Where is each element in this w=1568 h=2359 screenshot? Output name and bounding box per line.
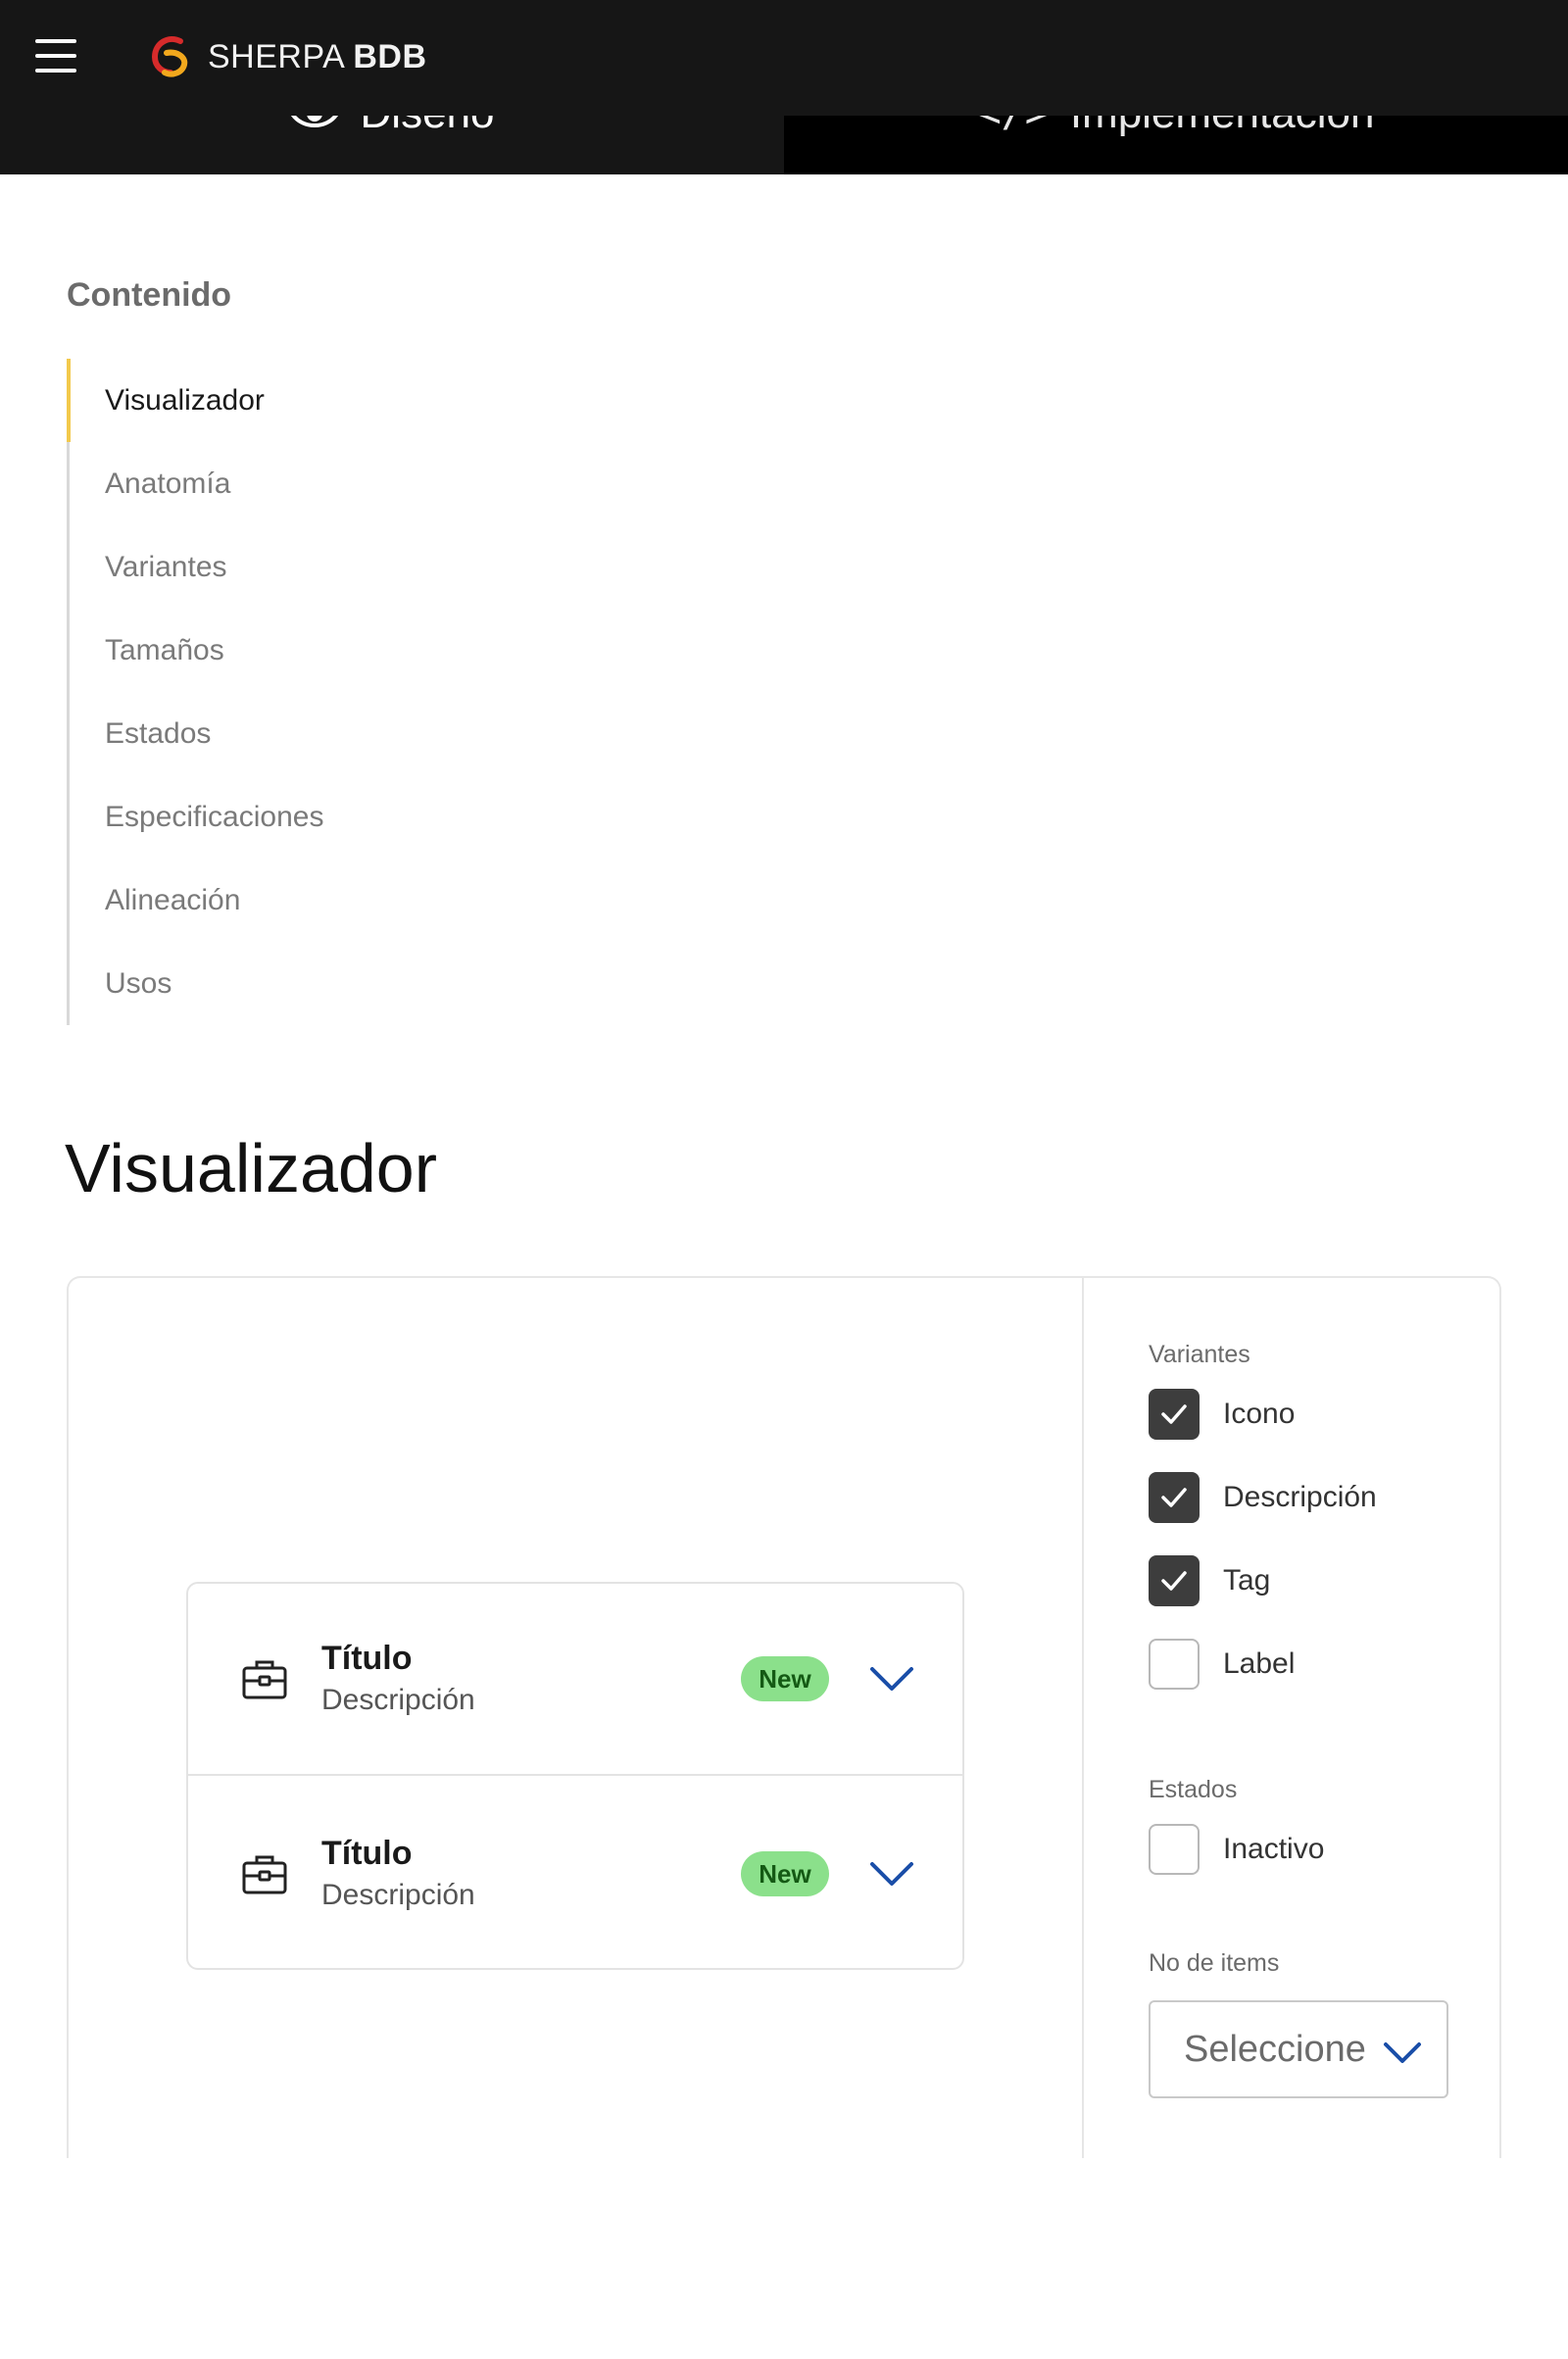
- eye-icon: [290, 116, 338, 127]
- toc-item-estados[interactable]: Estados: [70, 692, 459, 775]
- accordion-preview: Título Descripción New Título Descripció…: [186, 1582, 964, 1970]
- checkmark-icon: [1161, 1403, 1187, 1424]
- tab-design[interactable]: Diseño: [0, 116, 784, 174]
- tab-implementation[interactable]: </> Implementación: [784, 116, 1568, 174]
- toc-item-alineacion[interactable]: Alineación: [70, 859, 459, 942]
- code-icon: </>: [978, 116, 1049, 136]
- briefcase-icon: [242, 1855, 287, 1894]
- sherpa-logo-icon: [151, 36, 188, 77]
- toc-item-variantes[interactable]: Variantes: [70, 525, 459, 609]
- checkbox-label: Icono: [1223, 1397, 1296, 1430]
- toc-item-visualizador[interactable]: Visualizador: [67, 359, 459, 442]
- accordion-title: Título: [321, 1640, 413, 1677]
- accordion-title: Título: [321, 1835, 413, 1872]
- tab-design-label: Diseño: [361, 116, 495, 138]
- toc-item-anatomia[interactable]: Anatomía: [70, 442, 459, 525]
- section-title: Visualizador: [65, 1130, 438, 1206]
- panel-divider: [1082, 1278, 1084, 2158]
- brand-logo[interactable]: SHERPA BDB: [147, 33, 427, 80]
- checkbox-unchecked[interactable]: [1149, 1638, 1200, 1690]
- toc-item-usos[interactable]: Usos: [70, 942, 459, 1025]
- hamburger-menu-button[interactable]: [35, 37, 78, 74]
- view-tabs: Diseño </> Implementación: [0, 116, 1568, 174]
- accordion-item[interactable]: Título Descripción New: [188, 1584, 962, 1776]
- checkbox-checked[interactable]: [1149, 1388, 1200, 1440]
- checkbox-label: Descripción: [1223, 1480, 1377, 1513]
- accordion-item[interactable]: Título Descripción New: [188, 1778, 962, 1970]
- visualizer-panel: Título Descripción New Título Descripció…: [67, 1276, 1501, 2158]
- checkbox-tag[interactable]: Tag: [1149, 1539, 1482, 1622]
- top-navigation: Diseño </> Implementación SHERPA BDB: [0, 0, 1568, 174]
- select-value: Seleccione: [1184, 2028, 1366, 2070]
- table-of-contents: Visualizador Anatomía Variantes Tamaños …: [67, 359, 459, 1025]
- new-tag: New: [741, 1656, 829, 1701]
- briefcase-icon: [242, 1660, 287, 1699]
- chevron-down-icon[interactable]: [868, 1859, 915, 1889]
- checkbox-label: Tag: [1223, 1563, 1271, 1597]
- visualizer-controls: Variantes Icono Descripción Tag Label Es…: [1149, 1337, 1482, 2098]
- checkbox-descripcion[interactable]: Descripción: [1149, 1455, 1482, 1539]
- toc-item-especificaciones[interactable]: Especificaciones: [70, 775, 459, 859]
- states-label: Estados: [1149, 1776, 1238, 1803]
- checkbox-icono[interactable]: Icono: [1149, 1372, 1482, 1455]
- checkbox-inactivo[interactable]: Inactivo: [1149, 1807, 1482, 1891]
- checkbox-checked[interactable]: [1149, 1471, 1200, 1523]
- checkbox-unchecked[interactable]: [1149, 1823, 1200, 1875]
- checkmark-icon: [1161, 1570, 1187, 1591]
- toc-item-tamanos[interactable]: Tamaños: [70, 609, 459, 692]
- chevron-down-icon: [1384, 2042, 1421, 2063]
- items-count-label: No de items: [1149, 1949, 1280, 1977]
- chevron-down-icon[interactable]: [868, 1664, 915, 1694]
- variants-label: Variantes: [1149, 1341, 1250, 1368]
- tab-implementation-label: Implementación: [1070, 116, 1375, 138]
- checkbox-label: Inactivo: [1223, 1832, 1325, 1865]
- accordion-description: Descripción: [321, 1684, 475, 1716]
- checkmark-icon: [1161, 1487, 1187, 1507]
- accordion-description: Descripción: [321, 1879, 475, 1911]
- checkbox-checked[interactable]: [1149, 1554, 1200, 1606]
- items-count-select[interactable]: Seleccione: [1149, 2000, 1448, 2098]
- header-bar: SHERPA BDB: [0, 0, 1568, 116]
- checkbox-label: Label: [1223, 1646, 1296, 1680]
- checkbox-label-variant[interactable]: Label: [1149, 1622, 1482, 1705]
- new-tag: New: [741, 1851, 829, 1896]
- brand-name: SHERPA BDB: [208, 37, 427, 75]
- toc-title: Contenido: [67, 276, 232, 314]
